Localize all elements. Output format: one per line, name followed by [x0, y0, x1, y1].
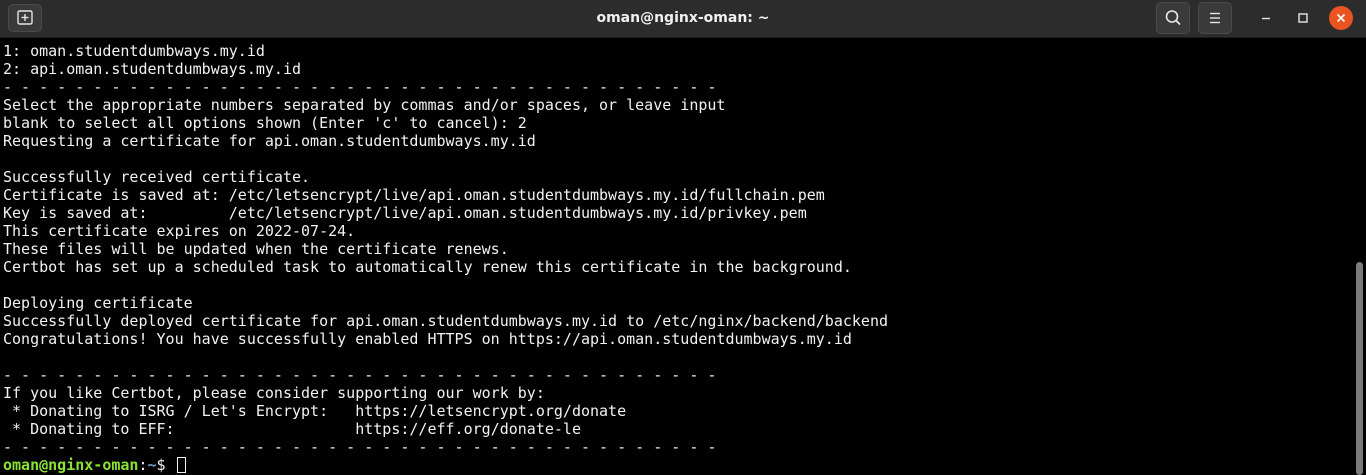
- terminal-line: Deploying certificate: [3, 294, 193, 312]
- terminal-line: Certificate is saved at: /etc/letsencryp…: [3, 186, 825, 204]
- terminal-output[interactable]: 1: oman.studentdumbways.my.id 2: api.oma…: [0, 38, 1352, 475]
- terminal-line: * Donating to ISRG / Let's Encrypt: http…: [3, 402, 627, 420]
- prompt-separator: :: [138, 456, 148, 474]
- minimize-icon: [1262, 17, 1270, 20]
- terminal-line: Congratulations! You have successfully e…: [3, 330, 852, 348]
- terminal-line: Key is saved at: /etc/letsencrypt/live/a…: [3, 204, 807, 222]
- hamburger-menu-icon: [1210, 12, 1220, 24]
- prompt-symbol: $: [156, 456, 175, 474]
- terminal-line: These files will be updated when the cer…: [3, 240, 509, 258]
- prompt-path: ~: [147, 456, 157, 474]
- terminal-line: If you like Certbot, please consider sup…: [3, 384, 545, 402]
- prompt-user-host: oman@nginx-oman: [3, 456, 139, 474]
- maximize-icon: [1298, 13, 1308, 23]
- search-icon: [1165, 10, 1181, 25]
- terminal-line: Successfully received certificate.: [3, 168, 311, 186]
- scrollbar[interactable]: [1352, 38, 1366, 475]
- terminal-line: Certbot has set up a scheduled task to a…: [3, 258, 852, 276]
- terminal-line: 2: api.oman.studentdumbways.my.id: [3, 60, 302, 78]
- title-bar: oman@nginx-oman: ~: [0, 0, 1366, 38]
- close-button[interactable]: [1329, 6, 1353, 30]
- command-prompt[interactable]: oman@nginx-oman:~$: [3, 456, 186, 474]
- terminal-line: blank to select all options shown (Enter…: [3, 114, 527, 132]
- text-cursor: [176, 457, 186, 473]
- terminal-line: - - - - - - - - - - - - - - - - - - - - …: [3, 366, 717, 384]
- terminal-line: - - - - - - - - - - - - - - - - - - - - …: [3, 78, 717, 96]
- terminal-line: 1: oman.studentdumbways.my.id: [3, 42, 265, 60]
- maximize-button[interactable]: [1291, 6, 1315, 30]
- menu-button[interactable]: [1198, 2, 1232, 34]
- terminal-line: - - - - - - - - - - - - - - - - - - - - …: [3, 438, 717, 456]
- terminal-line: Successfully deployed certificate for ap…: [3, 312, 889, 330]
- scrollbar-thumb[interactable]: [1356, 262, 1363, 475]
- terminal-line: Select the appropriate numbers separated…: [3, 96, 726, 114]
- search-button[interactable]: [1156, 2, 1190, 34]
- terminal-line: Requesting a certificate for api.oman.st…: [3, 132, 536, 150]
- terminal-line: * Donating to EFF: https://eff.org/donat…: [3, 420, 581, 438]
- minimize-button[interactable]: [1254, 6, 1278, 30]
- close-icon: [1336, 13, 1346, 23]
- terminal-line: This certificate expires on 2022-07-24.: [3, 222, 356, 240]
